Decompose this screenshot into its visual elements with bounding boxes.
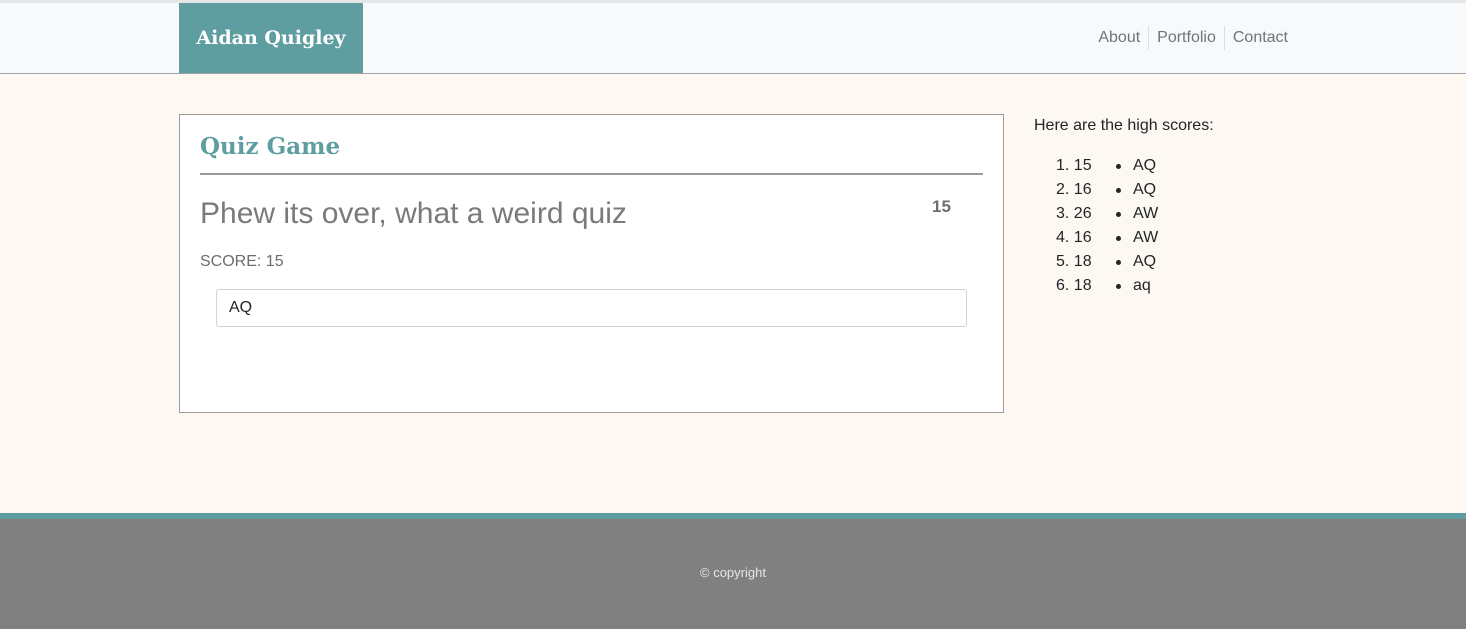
nav-links: About Portfolio Contact (1090, 3, 1288, 73)
nav-link-portfolio[interactable]: Portfolio (1148, 26, 1224, 50)
high-score-initials: AQ (1133, 181, 1157, 198)
brand-logo-link[interactable]: Aidan Quigley (179, 3, 363, 73)
high-scores-heading: Here are the high scores: (1034, 117, 1214, 134)
high-score-value: 1. 15 (1056, 157, 1092, 174)
quiz-question: Phew its over, what a weird quiz (200, 197, 627, 230)
bullet-icon (1116, 212, 1121, 217)
high-score-initials: AW (1133, 229, 1159, 246)
bullet-icon (1116, 236, 1121, 241)
high-score-row: 1. 15 AQ (1034, 156, 1234, 180)
high-score-row: 2. 16 AQ (1034, 180, 1234, 204)
high-score-value: 2. 16 (1056, 181, 1092, 198)
timer-display: 15 (932, 197, 951, 216)
quiz-title: Quiz Game (200, 133, 341, 160)
bullet-icon (1116, 188, 1121, 193)
bullet-icon (1116, 284, 1121, 289)
nav-link-contact[interactable]: Contact (1223, 26, 1288, 50)
high-score-initials: aq (1133, 277, 1151, 294)
high-score-initials: AQ (1133, 253, 1157, 270)
copyright-text: © copyright (700, 565, 766, 580)
bullet-icon (1116, 164, 1121, 169)
high-score-row: 3. 26 AW (1034, 204, 1234, 228)
high-score-row: 4. 16 AW (1034, 228, 1234, 252)
high-score-value: 4. 16 (1056, 229, 1092, 246)
bullet-icon (1116, 260, 1121, 265)
title-divider (200, 173, 983, 175)
high-score-initials: AW (1133, 205, 1159, 222)
high-score-value: 5. 18 (1056, 253, 1092, 270)
high-scores-panel: Here are the high scores: 1. 15 AQ 2. 16 AQ… (1034, 116, 1214, 294)
high-score-initials: AQ (1133, 157, 1157, 174)
high-score-row: 5. 18 AQ (1034, 252, 1234, 276)
high-scores-list: 1. 15 AQ 2. 16 AQ 3. 26 AW 4. 16 AW 5. 18 AQ 6. 18… (1034, 156, 1234, 300)
navbar: Aidan Quigley About Portfolio Contact (0, 0, 1466, 74)
quiz-card: Quiz Game Phew its over, what a weird qu… (179, 114, 1004, 413)
initials-input[interactable] (216, 289, 967, 327)
high-score-value: 3. 26 (1056, 205, 1092, 222)
nav-link-about[interactable]: About (1090, 26, 1148, 50)
footer: © copyright (0, 513, 1466, 629)
high-score-row: 6. 18 aq (1034, 276, 1234, 300)
high-score-value: 6. 18 (1056, 277, 1092, 294)
score-display: SCORE: 15 (200, 253, 284, 270)
